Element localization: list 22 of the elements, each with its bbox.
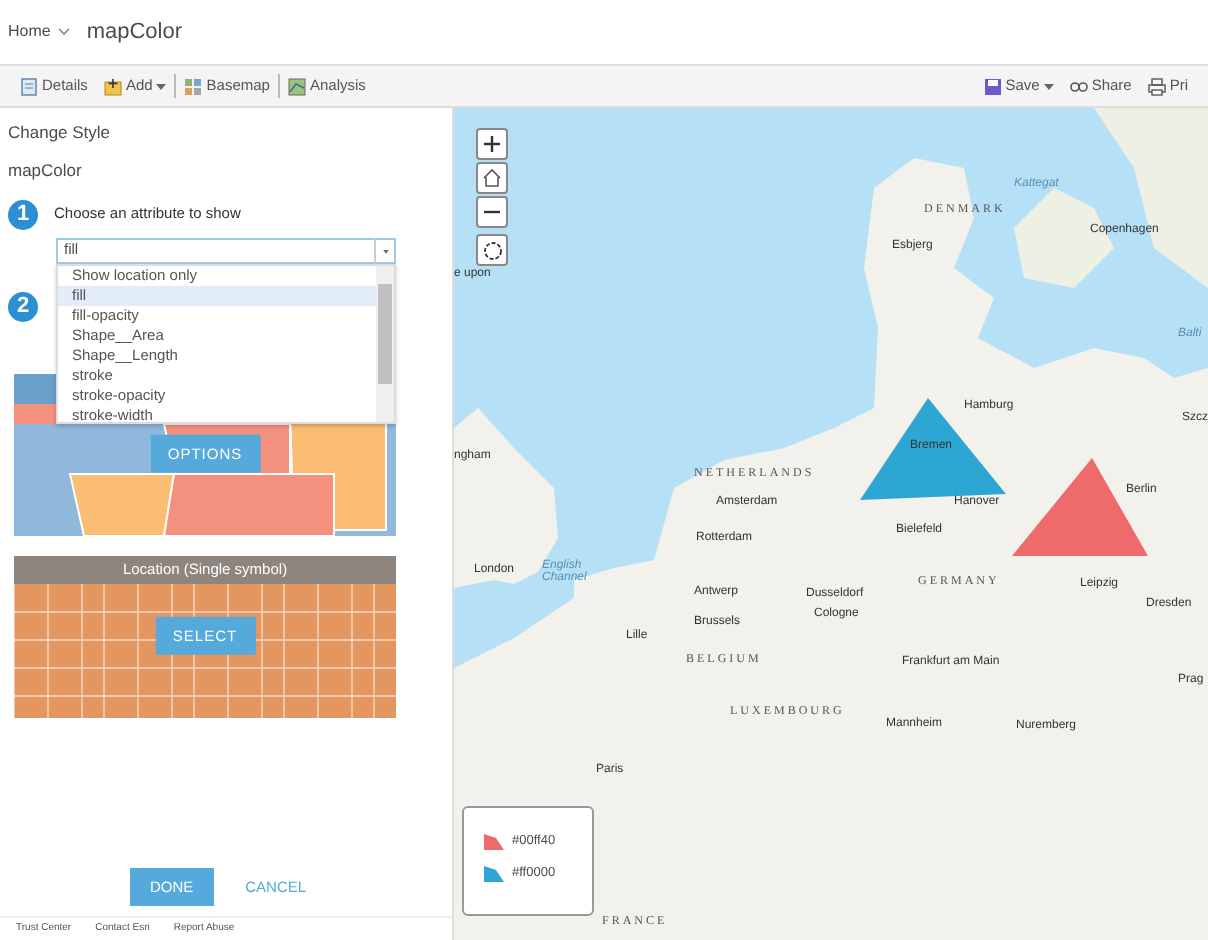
printer-icon bbox=[1147, 77, 1166, 95]
map-title: mapColor bbox=[86, 17, 183, 48]
document-icon bbox=[20, 77, 38, 95]
save-icon bbox=[983, 77, 1002, 95]
locate-button[interactable] bbox=[476, 234, 508, 266]
grid-icon bbox=[184, 77, 203, 95]
plus-icon bbox=[103, 77, 122, 95]
zoom-out-button[interactable] bbox=[476, 196, 508, 228]
layer-name: mapColor bbox=[6, 157, 84, 183]
home-menu[interactable]: Home bbox=[8, 20, 51, 44]
locate-icon bbox=[481, 239, 503, 261]
step-number: 2 bbox=[8, 291, 38, 321]
step-number: 1 bbox=[8, 199, 38, 229]
panel-title: Change Style bbox=[6, 120, 113, 146]
chart-icon bbox=[287, 77, 306, 95]
chevron-icon bbox=[58, 28, 71, 36]
scrollbar-thumb[interactable] bbox=[378, 283, 392, 383]
home-button[interactable] bbox=[476, 162, 508, 194]
zoom-in-button[interactable] bbox=[476, 128, 508, 160]
home-icon bbox=[482, 168, 502, 188]
link-icon bbox=[1069, 77, 1088, 95]
plus-icon bbox=[482, 134, 502, 154]
